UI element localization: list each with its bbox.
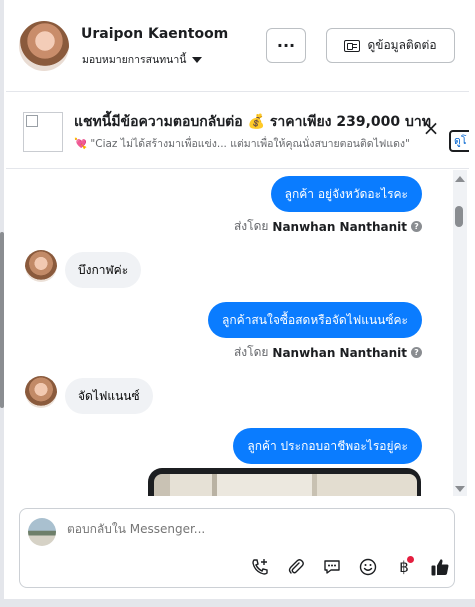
assign-label: มอบหมายการสนทนานี้ xyxy=(82,54,187,66)
contact-avatar-small xyxy=(25,250,57,282)
ad-reply-banner: แชทนี้มีข้อความตอบกลับต่อ 💰 ราคาเพียง 23… xyxy=(6,93,469,169)
ad-subtitle: 💘 "Ciaz ไม่ได้สร้างมาเพื่อแข่ง... แต่มาเ… xyxy=(74,135,451,152)
outgoing-message[interactable]: ลูกค้า อยู่จังหวัดอะไรคะ xyxy=(270,176,422,212)
sender-name: Nanwhan Nanthanit xyxy=(272,219,407,234)
assign-conversation-dropdown[interactable]: มอบหมายการสนทนานี้ xyxy=(82,51,203,68)
left-scrollbar-thumb[interactable] xyxy=(0,232,4,408)
reply-input[interactable] xyxy=(67,522,427,536)
reply-composer: ฿ xyxy=(19,508,455,588)
bottom-edge xyxy=(0,599,475,607)
message-thread: ลูกค้า อยู่จังหวัดอะไรคะ ส่งโดย Nanwhan … xyxy=(6,170,452,496)
more-icon: ··· xyxy=(276,36,296,55)
image-attachment[interactable] xyxy=(148,468,421,496)
sent-by-label: ส่งโดย Nanwhan Nanthanit ? xyxy=(234,217,422,236)
notification-dot xyxy=(407,556,414,563)
inbox-conversation-panel: Uraipon Kaentoom มอบหมายการสนทนานี้ ··· … xyxy=(0,0,475,607)
add-call-icon[interactable] xyxy=(242,556,278,578)
like-icon[interactable] xyxy=(422,556,458,578)
caret-down-icon xyxy=(192,56,203,63)
sent-by-prefix: ส่งโดย xyxy=(233,345,269,359)
ad-subtitle-text: "Ciaz ไม่ได้สร้างมาเพื่อแข่ง... แต่มาเพื… xyxy=(90,138,410,150)
left-scrollbar[interactable] xyxy=(0,0,4,607)
view-contact-button[interactable]: ดูข้อมูลติดต่อ xyxy=(326,28,455,63)
incoming-message[interactable]: จัดไฟแนนซ์ xyxy=(65,378,153,414)
emoji-icon[interactable] xyxy=(350,556,386,578)
baht-payment-icon[interactable]: ฿ xyxy=(386,556,422,578)
more-options-button[interactable]: ··· xyxy=(266,28,306,63)
attachment-photo xyxy=(154,474,417,496)
conversation-header: Uraipon Kaentoom มอบหมายการสนทนานี้ ··· … xyxy=(6,0,469,92)
ad-title: แชทนี้มีข้อความตอบกลับต่อ 💰 ราคาเพียง 23… xyxy=(74,114,432,130)
sent-by-label: ส่งโดย Nanwhan Nanthanit ? xyxy=(234,343,422,362)
view-ad-button[interactable]: ดูโ xyxy=(449,130,469,152)
close-icon[interactable]: × xyxy=(422,118,440,138)
contact-avatar-small xyxy=(25,376,57,408)
view-contact-label: ดูข้อมูลติดต่อ xyxy=(367,38,437,52)
outgoing-message[interactable]: ลูกค้า ประกอบอาชีพอะไรอยู่คะ xyxy=(233,428,422,464)
help-icon[interactable]: ? xyxy=(411,221,422,232)
outgoing-message[interactable]: ลูกค้าสนใจซื้อสดหรือจัดไฟแนนซ์คะ xyxy=(208,302,422,338)
contact-card-icon xyxy=(344,39,361,52)
page-avatar xyxy=(28,518,56,546)
saved-reply-icon[interactable] xyxy=(314,556,350,578)
help-icon[interactable]: ? xyxy=(411,347,422,358)
messages-scrollbar-thumb[interactable] xyxy=(455,206,463,227)
heart-emoji-icon: 💘 xyxy=(74,138,88,150)
scroll-down-arrow-icon[interactable] xyxy=(455,486,465,492)
contact-avatar[interactable] xyxy=(19,21,69,71)
contact-name[interactable]: Uraipon Kaentoom xyxy=(81,26,228,42)
incoming-message[interactable]: บึงกาฬค่ะ xyxy=(65,252,142,288)
scroll-up-arrow-icon[interactable] xyxy=(455,176,465,182)
paperclip-icon[interactable] xyxy=(278,556,314,578)
composer-toolbar: ฿ xyxy=(242,556,458,578)
ad-thumbnail-image xyxy=(23,112,63,152)
sent-by-prefix: ส่งโดย xyxy=(233,219,269,233)
sender-name: Nanwhan Nanthanit xyxy=(272,345,407,360)
